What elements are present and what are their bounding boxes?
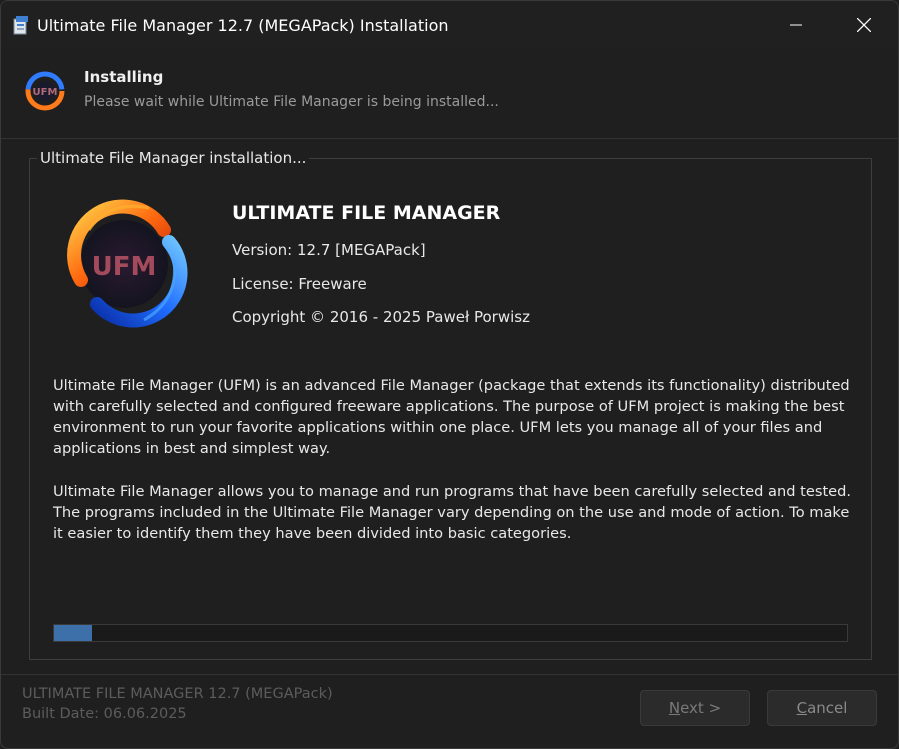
next-button-label: ext >: [680, 699, 722, 717]
cancel-button[interactable]: Cancel: [767, 690, 877, 726]
product-license: License: Freeware: [232, 275, 367, 293]
product-copyright: Copyright © 2016 - 2025 Paweł Porwisz: [232, 308, 530, 326]
header-panel: UFM Installing Please wait while Ultimat…: [1, 49, 898, 139]
close-button[interactable]: [841, 1, 887, 49]
installer-box-icon: [13, 16, 28, 35]
minimize-button[interactable]: [773, 1, 819, 49]
progress-fill: [54, 625, 93, 641]
description-paragraph-2: Ultimate File Manager allows you to mana…: [53, 483, 852, 542]
title-bar[interactable]: Ultimate File Manager 12.7 (MEGAPack) In…: [1, 1, 898, 49]
next-button[interactable]: Next >: [640, 690, 750, 726]
next-button-mnemonic: N: [668, 699, 681, 717]
ufm-logo: UFM: [67, 199, 188, 328]
header-subtitle: Please wait while Ultimate File Manager …: [84, 94, 499, 110]
group-box-label: Ultimate File Manager installation...: [37, 149, 310, 167]
product-version: Version: 12.7 [MEGAPack]: [232, 241, 426, 259]
product-name: ULTIMATE FILE MANAGER: [232, 202, 501, 224]
window-title: Ultimate File Manager 12.7 (MEGAPack) In…: [37, 16, 449, 35]
ufm-logo-text: UFM: [92, 252, 157, 282]
footer-divider: [1, 674, 898, 675]
header-title: Installing: [84, 68, 164, 86]
minimize-icon: [790, 24, 802, 26]
close-icon: [857, 18, 871, 32]
cancel-button-mnemonic: C: [796, 699, 808, 717]
ufm-logo-small-text: UFM: [33, 87, 58, 98]
footer-version-text: ULTIMATE FILE MANAGER 12.7 (MEGAPack): [22, 686, 333, 702]
footer-build-date: Built Date: 06.06.2025: [22, 706, 187, 722]
description-paragraph-1: Ultimate File Manager (UFM) is an advanc…: [53, 377, 850, 457]
installation-progress-bar: [53, 624, 848, 642]
ufm-logo-small-icon: UFM: [25, 71, 65, 111]
installer-window: Ultimate File Manager 12.7 (MEGAPack) In…: [0, 0, 899, 749]
cancel-button-label: ancel: [807, 699, 848, 717]
